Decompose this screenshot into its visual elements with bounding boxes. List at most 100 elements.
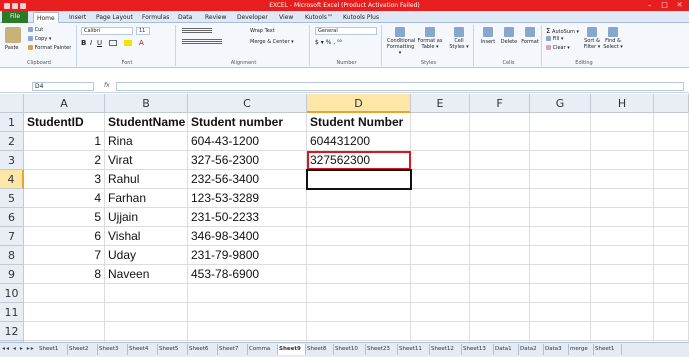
cell-g8[interactable] [530, 246, 591, 265]
fill-color-icon[interactable] [124, 40, 132, 46]
cell-h1[interactable] [591, 113, 654, 132]
tab-kutools[interactable]: Kutools™ [302, 12, 336, 23]
cell-g5[interactable] [530, 189, 591, 208]
cell-h9[interactable] [591, 265, 654, 284]
cell-f1[interactable] [470, 113, 530, 132]
cell-d3[interactable]: 327562300 [307, 151, 411, 170]
cell-d10[interactable] [307, 284, 411, 303]
insert-cells-button[interactable]: Insert [478, 27, 498, 45]
tab-home[interactable]: Home [33, 12, 59, 23]
cell-e1[interactable] [411, 113, 470, 132]
cell-e10[interactable] [411, 284, 470, 303]
cell-e5[interactable] [411, 189, 470, 208]
paste-button[interactable]: Paste [5, 45, 19, 51]
worksheet-grid[interactable]: A B C D E F G H 1 StudentID StudentName Student num… [0, 94, 689, 342]
cell-a7[interactable]: 6 [24, 227, 105, 246]
sheet-tab-sheet6[interactable]: Sheet6 [188, 344, 218, 355]
sheet-tab-sheet7[interactable]: Sheet7 [218, 344, 248, 355]
cell-b9[interactable]: Naveen [105, 265, 188, 284]
cell-a8[interactable]: 7 [24, 246, 105, 265]
column-header-f[interactable]: F [470, 94, 530, 113]
cell-c9[interactable]: 453-78-6900 [188, 265, 307, 284]
tab-insert[interactable]: Insert [66, 12, 89, 23]
row-header-5[interactable]: 5 [0, 189, 24, 208]
sheet-tab-sheet1[interactable]: Sheet1 [38, 344, 68, 355]
tab-formulas[interactable]: Formulas [139, 12, 172, 23]
column-header-b[interactable]: B [105, 94, 188, 113]
cell-e8[interactable] [411, 246, 470, 265]
cell-f7[interactable] [470, 227, 530, 246]
cell-e7[interactable] [411, 227, 470, 246]
sheet-scroll-arrows[interactable]: ◂◂ ◂ ▸ ▸▸ [2, 345, 35, 352]
paste-icon[interactable] [5, 27, 21, 43]
sheet-tab-merge[interactable]: merge [569, 344, 594, 355]
sheet-tab-data1[interactable]: Data1 [494, 344, 519, 355]
cell-b12[interactable] [105, 322, 188, 341]
cell-b6[interactable]: Ujjain [105, 208, 188, 227]
sheet-tab-sheet2[interactable]: Sheet2 [68, 344, 98, 355]
name-box[interactable]: D4 [32, 82, 94, 91]
tab-developer[interactable]: Developer [234, 12, 271, 23]
cell-c12[interactable] [188, 322, 307, 341]
cell-b7[interactable]: Vishal [105, 227, 188, 246]
sheet-tab-sheet4[interactable]: Sheet4 [128, 344, 158, 355]
accounting-button[interactable]: $ ▾ % , ⁰⁰ [315, 39, 342, 46]
number-format-select[interactable]: General [315, 27, 377, 35]
conditional-formatting-button[interactable]: Conditional Formatting ▾ [387, 27, 415, 56]
cell-e12[interactable] [411, 322, 470, 341]
cell-d4[interactable] [306, 169, 412, 190]
cell-b2[interactable]: Rina [105, 132, 188, 151]
cell-f5[interactable] [470, 189, 530, 208]
cell-b3[interactable]: Virat [105, 151, 188, 170]
cell-h6[interactable] [591, 208, 654, 227]
cell-c7[interactable]: 346-98-3400 [188, 227, 307, 246]
select-all-corner[interactable] [0, 94, 24, 113]
cell-h12[interactable] [591, 322, 654, 341]
row-header-12[interactable]: 12 [0, 322, 24, 341]
sheet-tab-sheet1[interactable]: Sheet1 [594, 344, 622, 355]
sheet-tab-comma[interactable]: Comma [248, 344, 278, 355]
cell-f9[interactable] [470, 265, 530, 284]
cell-g4[interactable] [530, 170, 591, 189]
column-header-g[interactable]: G [530, 94, 591, 113]
align-horizontal-icons[interactable] [182, 39, 222, 45]
cell-d7[interactable] [307, 227, 411, 246]
cell-d5[interactable] [307, 189, 411, 208]
row-header-4[interactable]: 4 [0, 170, 24, 189]
cell-f12[interactable] [470, 322, 530, 341]
cell-a9[interactable]: 8 [24, 265, 105, 284]
align-icons[interactable] [182, 28, 212, 34]
find-select-button[interactable]: Find & Select ▾ [603, 27, 623, 50]
cell-c5[interactable]: 123-53-3289 [188, 189, 307, 208]
cell-g11[interactable] [530, 303, 591, 322]
format-painter-button[interactable]: Format Painter [28, 45, 71, 51]
cell-c3[interactable]: 327-56-2300 [188, 151, 307, 170]
row-header-9[interactable]: 9 [0, 265, 24, 284]
column-header-h[interactable]: H [591, 94, 654, 113]
cell-a11[interactable] [24, 303, 105, 322]
cell-f2[interactable] [470, 132, 530, 151]
cell-c2[interactable]: 604-43-1200 [188, 132, 307, 151]
sheet-tab-sheet10[interactable]: Sheet10 [334, 344, 366, 355]
tab-file[interactable]: File [2, 11, 28, 23]
column-header-d[interactable]: D [307, 94, 411, 113]
cell-h7[interactable] [591, 227, 654, 246]
row-header-2[interactable]: 2 [0, 132, 24, 151]
tab-page-layout[interactable]: Page Layout [93, 12, 136, 23]
sheet-tab-sheet8[interactable]: Sheet8 [306, 344, 334, 355]
format-as-table-button[interactable]: Format as Table ▾ [417, 27, 443, 50]
cell-h5[interactable] [591, 189, 654, 208]
cell-d1[interactable]: Student Number [307, 113, 411, 132]
sheet-tab-sheet11[interactable]: Sheet11 [398, 344, 430, 355]
cell-b8[interactable]: Uday [105, 246, 188, 265]
cell-a6[interactable]: 5 [24, 208, 105, 227]
cell-a2[interactable]: 1 [24, 132, 105, 151]
cell-h11[interactable] [591, 303, 654, 322]
maximize-button[interactable]: □ [657, 0, 672, 11]
tab-review[interactable]: Review [202, 12, 229, 23]
tab-kutools-plus[interactable]: Kutools Plus [340, 12, 382, 23]
cell-styles-button[interactable]: Cell Styles ▾ [446, 27, 472, 50]
sort-filter-button[interactable]: Sort & Filter ▾ [582, 27, 602, 50]
fill-button[interactable]: Fill ▾ [546, 36, 563, 42]
cell-a4[interactable]: 3 [24, 170, 105, 189]
